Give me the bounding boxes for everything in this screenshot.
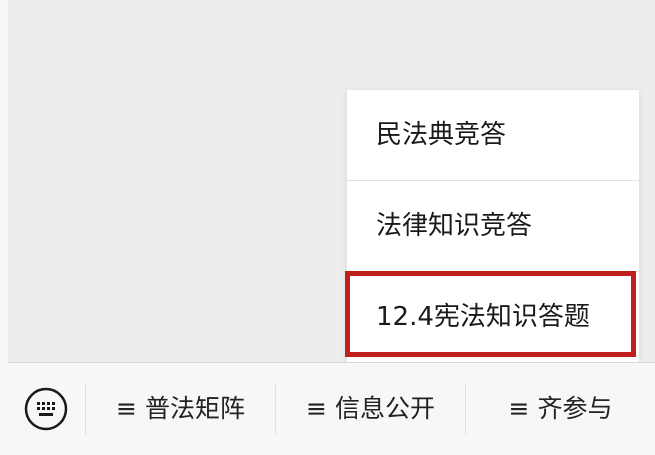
menu-lines-icon: ≡ xyxy=(116,394,137,423)
keyboard-toggle-button[interactable] xyxy=(8,363,85,455)
submenu-item-civil-code-quiz[interactable]: 民法典竞答 xyxy=(347,90,639,180)
menu-tab-label: 信息公开 xyxy=(334,394,435,423)
page-edge xyxy=(0,0,8,455)
submenu-item-law-knowledge-quiz[interactable]: 法律知识竞答 xyxy=(347,181,639,271)
menu-tab-info-disclosure[interactable]: ≡ 信息公开 xyxy=(276,363,465,455)
menu-tab-label: 普法矩阵 xyxy=(144,394,245,423)
submenu-item-label: 法律知识竞答 xyxy=(376,211,533,241)
menu-tab-pufa-matrix[interactable]: ≡ 普法矩阵 xyxy=(86,363,275,455)
menu-tab-participate[interactable]: ≡ 齐参与 xyxy=(466,363,655,455)
menu-tab-label: 齐参与 xyxy=(537,394,613,423)
submenu-item-label: 民法典竞答 xyxy=(376,120,507,150)
menu-lines-icon: ≡ xyxy=(306,394,327,423)
menu-lines-icon: ≡ xyxy=(508,394,530,423)
submenu-popup: 民法典竞答 法律知识竞答 12.4宪法知识答题 xyxy=(347,90,639,362)
keyboard-icon xyxy=(24,387,68,431)
submenu-item-constitution-quiz[interactable]: 12.4宪法知识答题 xyxy=(347,272,639,362)
submenu-item-label: 12.4宪法知识答题 xyxy=(376,302,590,332)
bottom-menu-bar: ≡ 普法矩阵 ≡ 信息公开 ≡ 齐参与 xyxy=(8,362,655,455)
